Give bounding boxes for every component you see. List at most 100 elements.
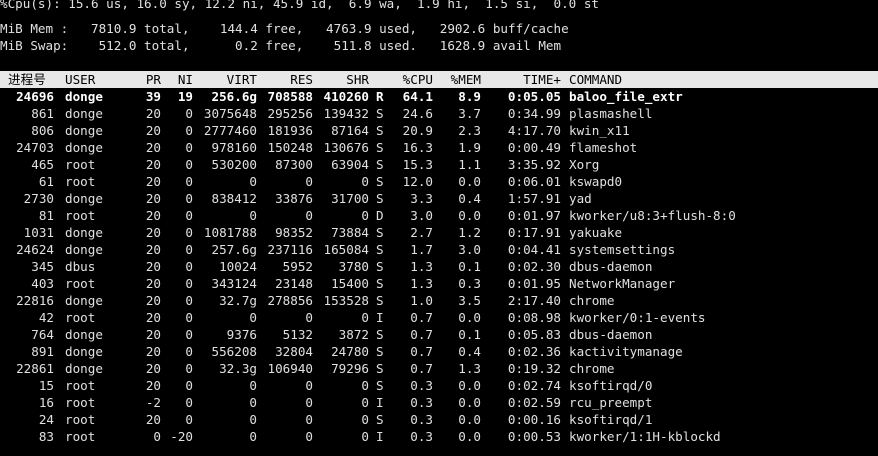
pr-cell: 20 [145,191,161,206]
column-header-ni: NI [177,72,193,87]
user-cell: donge [65,140,103,155]
cpu-cell: 0.7 [410,344,433,359]
cpu-cell: 20.9 [402,123,433,138]
table-row[interactable]: 806 donge 20 0 2777460 181936 87164 S 20.9 2.3 4:1… [0,122,878,139]
mem-cell: 0.4 [458,344,481,359]
table-row[interactable]: 403 root 20 0 343124 23148 15400 S 1.3 0.3 0:01.95… [0,275,878,292]
table-row[interactable]: 2730 donge 20 0 838412 33876 31700 S 3.3 0.4 1:57.… [0,190,878,207]
virt-cell: 0 [249,395,257,410]
pr-cell: 20 [145,310,161,325]
command-cell: baloo_file_extr [569,89,683,104]
state-cell: I [376,310,384,325]
table-row[interactable]: 1031 donge 20 0 1081788 98352 73884 S 2.7 1.2 0:17… [0,224,878,241]
command-cell: kworker/1:1H-kblockd [569,429,721,444]
mem-cell: 0.0 [458,395,481,410]
ni-cell: 0 [185,361,193,376]
virt-cell: 0 [249,174,257,189]
table-row[interactable]: 81 root 20 0 0 0 0 D 3.0 0.0 0:01.97 kworker/u8:3+f… [0,207,878,224]
table-row[interactable]: 764 donge 20 0 9376 5132 3872 S 0.7 0.1 0:05.83 dbu… [0,326,878,343]
mem-cell: 0.1 [458,259,481,274]
state-cell: S [376,259,384,274]
pid-cell: 24703 [16,140,54,155]
table-row[interactable]: 891 donge 20 0 556208 32804 24780 S 0.7 0.4 0:02.3… [0,343,878,360]
virt-cell: 0 [249,412,257,427]
ni-cell: 0 [185,208,193,223]
pr-cell: 20 [145,276,161,291]
ni-cell: 0 [185,174,193,189]
shr-cell: 0 [361,429,369,444]
swap-summary-line: MiB Swap: 512.0 total, 0.2 free, 511.8 u… [0,38,562,53]
res-cell: 0 [305,429,313,444]
table-row[interactable]: 42 root 20 0 0 0 0 I 0.7 0.0 0:08.98 kworker/0:1-ev… [0,309,878,326]
table-row[interactable]: 15 root 20 0 0 0 0 S 0.3 0.0 0:02.74 ksoftirqd/0 [0,377,878,394]
state-cell: S [376,361,384,376]
mem-cell: 0.4 [458,191,481,206]
memory-summary-line: MiB Mem : 7810.9 total, 144.4 free, 4763… [0,21,569,36]
pr-cell: 20 [145,412,161,427]
state-cell: S [376,174,384,189]
ni-cell: 0 [185,327,193,342]
state-cell: S [376,157,384,172]
cpu-cell: 0.7 [410,327,433,342]
user-cell: dbus [65,259,96,274]
table-row[interactable]: 22816 donge 20 0 32.7g 278856 153528 S 1.0 3.5 2:1… [0,292,878,309]
mem-cell: 8.9 [458,89,481,104]
ni-cell: 0 [185,293,193,308]
table-row[interactable]: 83 root 0 -20 0 0 0 I 0.3 0.0 0:00.53 kworker/1:1H-… [0,428,878,445]
pid-cell: 22861 [16,361,54,376]
command-cell: rcu_preempt [569,395,653,410]
ni-cell: 0 [185,259,193,274]
virt-cell: 2777460 [203,123,257,138]
terminal-window[interactable]: %Cpu(s): 15.6 us, 16.0 sy, 12.2 ni, 45.9… [0,0,878,456]
table-row[interactable]: 861 donge 20 0 3075648 295256 139432 S 24.6 3.7 0:… [0,105,878,122]
table-row[interactable]: 465 root 20 0 530200 87300 63904 S 15.3 1.1 3:35.9… [0,156,878,173]
mem-cell: 0.0 [458,174,481,189]
column-header-virt: VIRT [226,72,257,87]
command-cell: plasmashell [569,106,653,121]
table-row[interactable]: 22861 donge 20 0 32.3g 106940 79296 S 0.7 1.3 0:19… [0,360,878,377]
pr-cell: 20 [145,361,161,376]
column-header-pid: 进程号 [8,72,46,87]
time-cell: 2:17.40 [507,293,561,308]
cpu-cell: 12.0 [402,174,433,189]
shr-cell: 3872 [338,327,369,342]
column-header-user: USER [65,72,96,87]
command-cell: kactivitymanage [569,344,683,359]
table-row[interactable]: 24703 donge 20 0 978160 150248 130676 S 16.3 1.9 0… [0,139,878,156]
table-row[interactable]: 24 root 20 0 0 0 0 S 0.3 0.0 0:00.16 ksoftirqd/1 [0,411,878,428]
pid-cell: 24696 [16,89,54,104]
state-cell: S [376,276,384,291]
shr-cell: 73884 [331,225,369,240]
ni-cell: 0 [185,191,193,206]
mem-cell: 0.0 [458,310,481,325]
ni-cell: 0 [185,412,193,427]
shr-cell: 410260 [323,89,370,104]
virt-cell: 556208 [211,344,258,359]
table-row[interactable]: 16 root -2 0 0 0 0 I 0.3 0.0 0:02.59 rcu_preempt [0,394,878,411]
command-cell: NetworkManager [569,276,676,291]
shr-cell: 24780 [331,344,369,359]
mem-cell: 0.0 [458,429,481,444]
shr-cell: 15400 [331,276,369,291]
pr-cell: 20 [145,378,161,393]
table-row[interactable]: 24624 donge 20 0 257.6g 237116 165084 S 1.7 3.0 0:… [0,241,878,258]
time-cell: 0:02.74 [507,378,561,393]
time-cell: 0:00.49 [507,140,561,155]
res-cell: 295256 [267,106,314,121]
cpu-cell: 0.3 [410,412,433,427]
state-cell: S [376,344,384,359]
mem-cell: 3.0 [458,242,481,257]
virt-cell: 10024 [219,259,257,274]
time-cell: 0:05.83 [507,327,561,342]
mem-cell: 0.0 [458,378,481,393]
table-row[interactable]: 61 root 20 0 0 0 0 S 12.0 0.0 0:06.01 kswapd0 [0,173,878,190]
state-cell: I [376,429,384,444]
ni-cell: 0 [185,276,193,291]
res-cell: 106940 [267,361,314,376]
user-cell: root [65,310,96,325]
pid-cell: 1031 [23,225,54,240]
table-row[interactable]: 24696 donge 39 19 256.6g 708588 410260 R 64.1 8.9… [0,88,878,105]
command-cell: flameshot [569,140,638,155]
table-row[interactable]: 345 dbus 20 0 10024 5952 3780 S 1.3 0.1 0:02.30 dbu… [0,258,878,275]
user-cell: root [65,208,96,223]
